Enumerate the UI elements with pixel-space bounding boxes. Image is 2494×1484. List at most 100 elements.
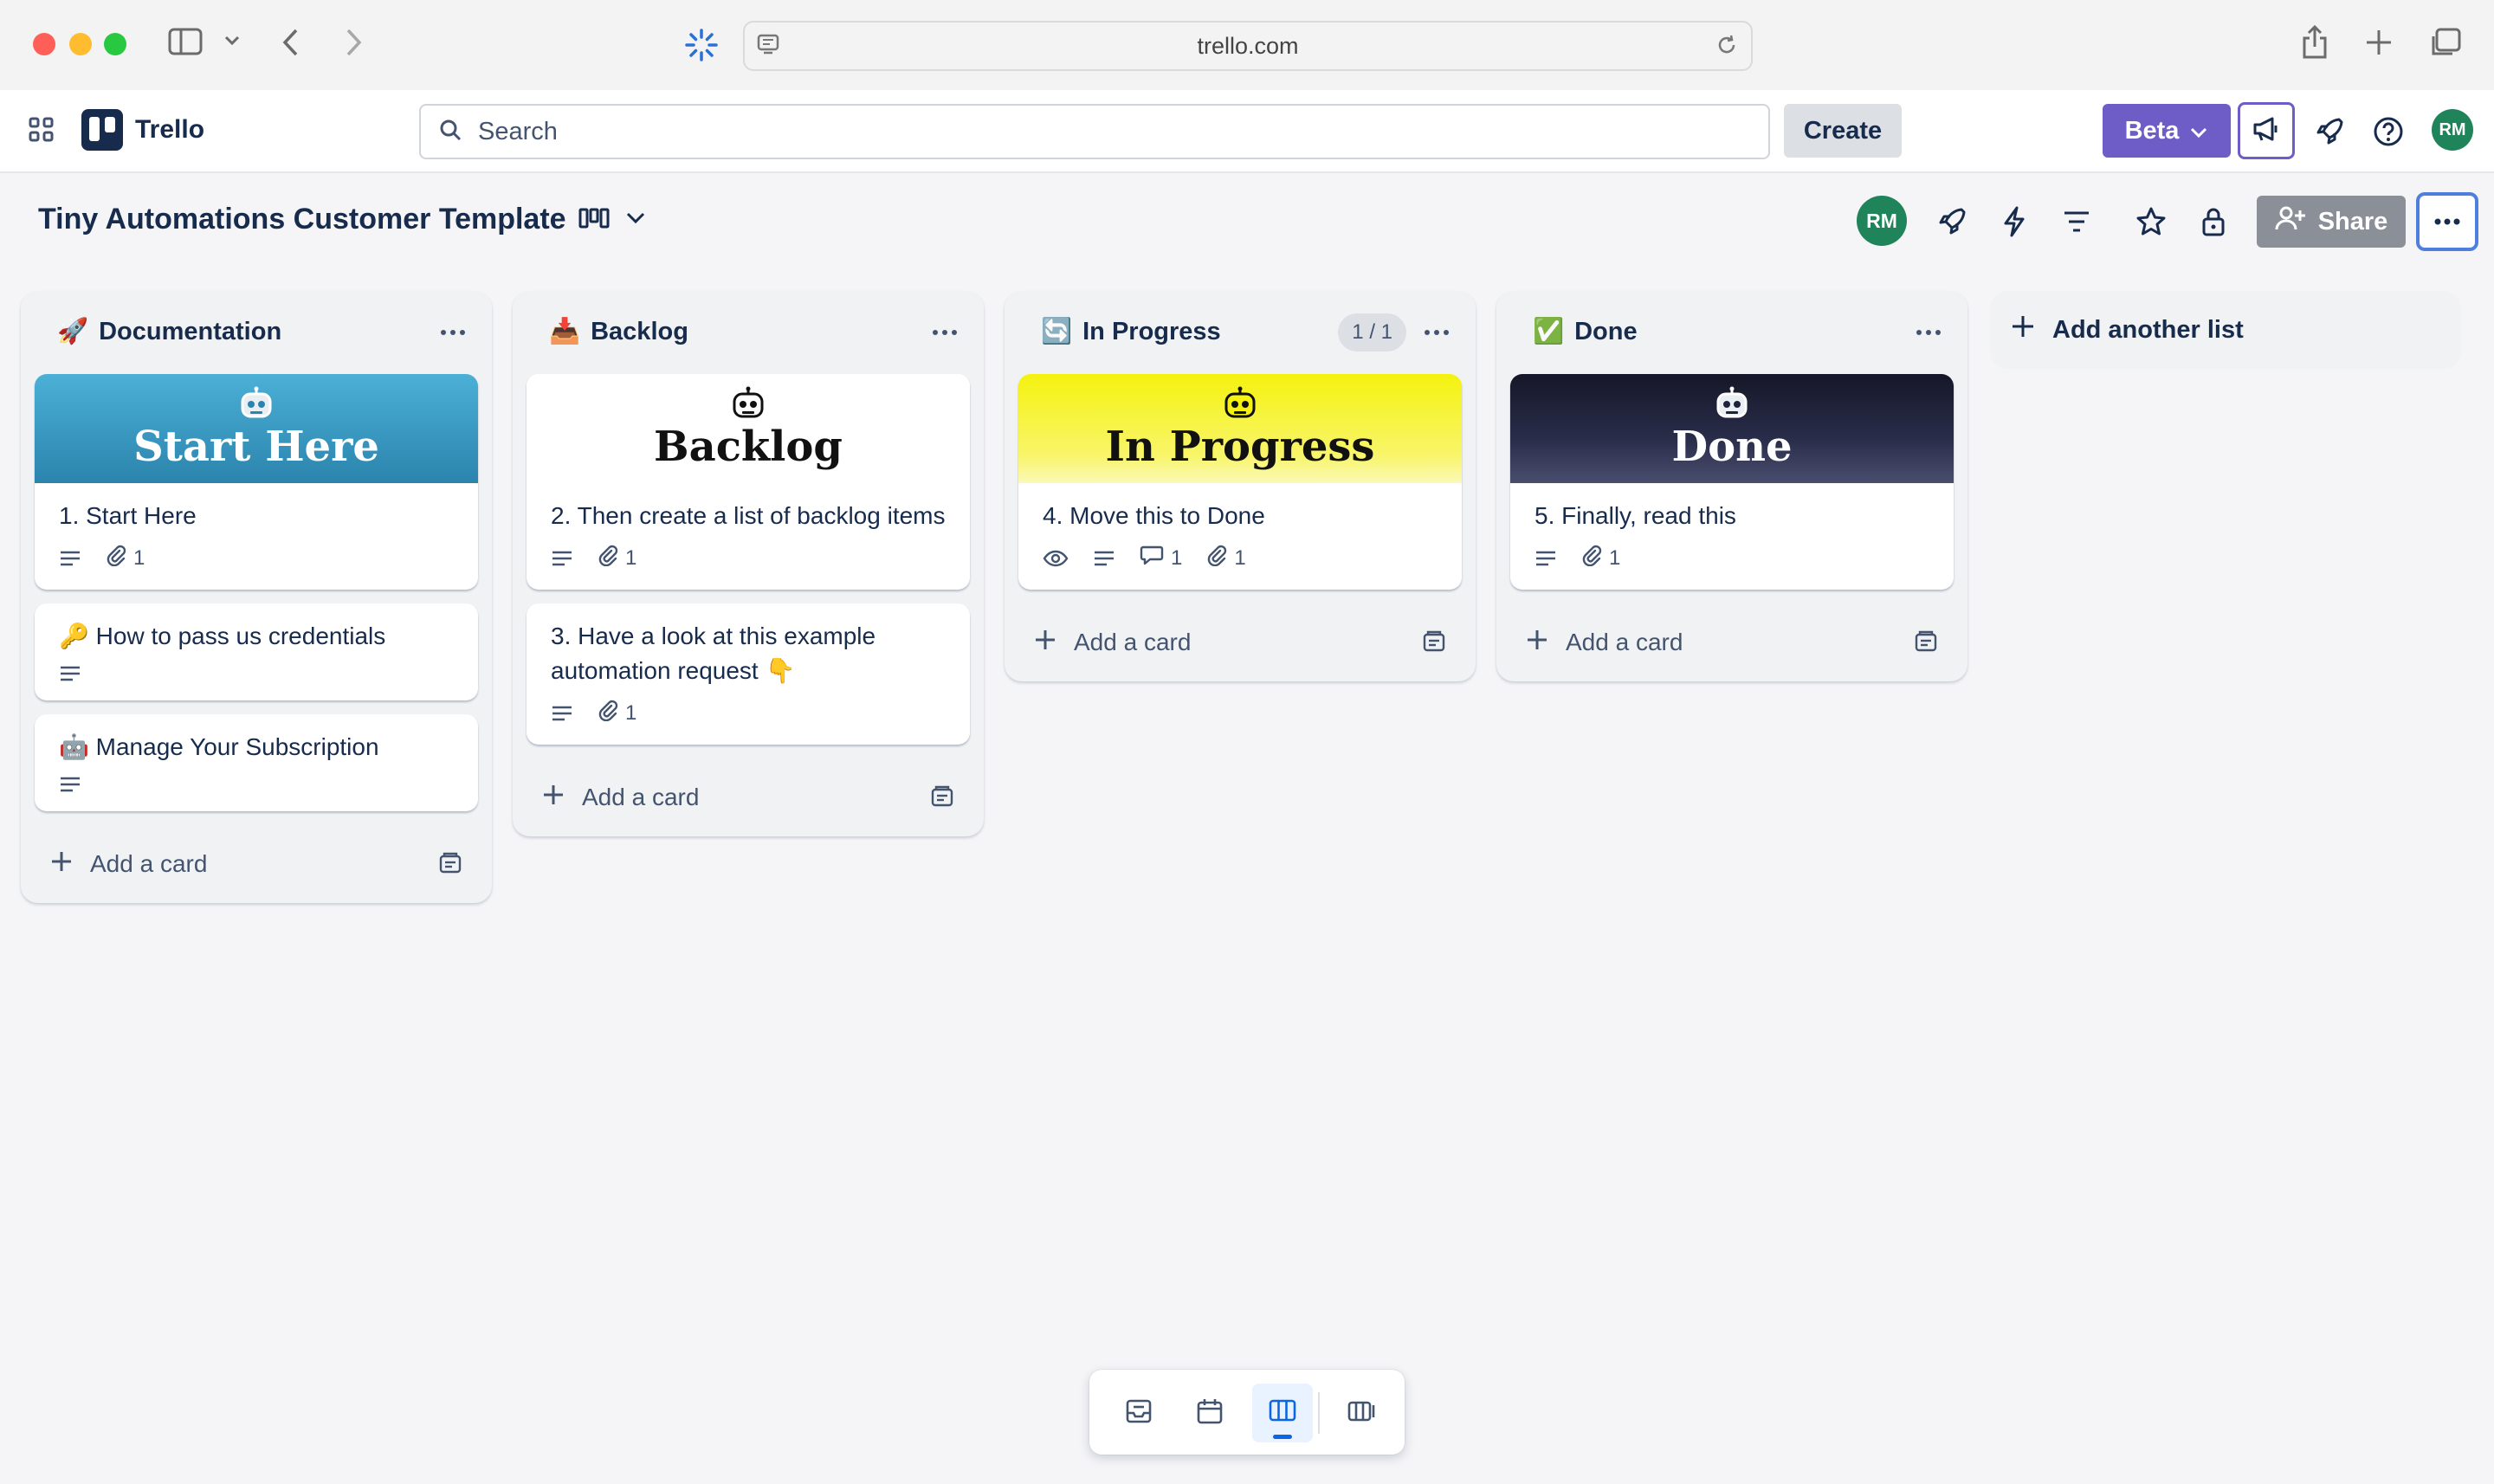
- app-switcher-icon[interactable]: [28, 116, 55, 148]
- paperclip-icon: [598, 699, 618, 727]
- back-arrow-icon[interactable]: [281, 28, 301, 57]
- card-finally-read[interactable]: Done 5. Finally, read this 1: [1510, 374, 1954, 590]
- add-card-label: Add a card: [1074, 629, 1192, 655]
- megaphone-icon: [2252, 115, 2281, 147]
- attachment-badge: 1: [1581, 544, 1620, 572]
- card-badges: [59, 775, 454, 794]
- list-title[interactable]: 📥 Backlog: [549, 317, 688, 346]
- card-template-icon[interactable]: [1422, 629, 1446, 660]
- add-person-icon: [2275, 205, 2306, 238]
- help-icon[interactable]: [2369, 113, 2407, 151]
- switch-boards-button[interactable]: [1332, 1384, 1392, 1442]
- card-template-icon[interactable]: [1914, 629, 1938, 660]
- power-ups-icon[interactable]: [1933, 203, 1971, 241]
- board-member-avatar[interactable]: RM: [1857, 196, 1907, 246]
- description-icon: [59, 775, 81, 794]
- search-box[interactable]: [419, 104, 1770, 159]
- robot-icon: [1713, 386, 1751, 427]
- bottom-view-switcher: [1089, 1370, 1405, 1455]
- window-close-button[interactable]: [33, 33, 55, 55]
- list-card-count-badge: 1 / 1: [1338, 313, 1406, 352]
- list-title[interactable]: 🚀 Documentation: [57, 317, 281, 346]
- filter-icon[interactable]: [2058, 203, 2096, 241]
- add-list-button[interactable]: Add another list: [1990, 291, 2461, 369]
- lock-icon[interactable]: [2194, 203, 2232, 241]
- beta-button[interactable]: Beta: [2103, 104, 2231, 158]
- chevron-down-icon[interactable]: [223, 35, 241, 47]
- card-example-request[interactable]: 3. Have a look at this example automatio…: [527, 603, 970, 745]
- card-backlog-items[interactable]: Backlog 2. Then create a list of backlog…: [527, 374, 970, 590]
- card-start-here[interactable]: Start Here 1. Start Here 1: [35, 374, 478, 590]
- new-tab-icon[interactable]: [2364, 28, 2394, 57]
- card-emoji: 🔑: [59, 623, 89, 649]
- list-menu-icon[interactable]: [1916, 315, 1942, 354]
- divider: [1318, 1392, 1320, 1434]
- robot-icon: [729, 386, 767, 427]
- planner-view-button[interactable]: [1179, 1384, 1240, 1442]
- create-button[interactable]: Create: [1784, 104, 1902, 158]
- browser-toolbar: trello.com: [0, 0, 2494, 91]
- card-title: 🔑 How to pass us credentials: [59, 619, 454, 654]
- user-avatar[interactable]: RM: [2432, 109, 2473, 151]
- window-zoom-button[interactable]: [104, 33, 126, 55]
- board-member-initials: RM: [1866, 209, 1897, 232]
- window-minimize-button[interactable]: [69, 33, 92, 55]
- attachment-badge: 1: [598, 699, 636, 727]
- attachment-count: 1: [1609, 545, 1621, 570]
- card-emoji: 🤖: [59, 733, 89, 760]
- card-badges: 1 1: [1043, 544, 1438, 572]
- card-body: 1. Start Here 1: [35, 483, 478, 590]
- list-menu-icon[interactable]: [1424, 315, 1450, 354]
- add-card-button[interactable]: Add a card: [513, 758, 984, 836]
- card-badges: 1: [1535, 544, 1929, 572]
- list-backlog: 📥 Backlog Backlog 2. Then create a list …: [513, 291, 984, 836]
- card-credentials[interactable]: 🔑 How to pass us credentials: [35, 603, 478, 700]
- board-menu-button[interactable]: [2416, 192, 2478, 251]
- share-icon[interactable]: [2300, 24, 2329, 61]
- list-menu-icon[interactable]: [440, 315, 466, 354]
- card-title: 4. Move this to Done: [1043, 502, 1265, 529]
- board-view-button[interactable]: [1252, 1384, 1313, 1442]
- board-view-switcher[interactable]: [578, 208, 646, 233]
- list-title-text: Backlog: [591, 317, 688, 345]
- chevron-down-icon: [2189, 117, 2208, 145]
- forward-arrow-icon[interactable]: [343, 28, 364, 57]
- search-input[interactable]: [476, 116, 1692, 147]
- attachment-count: 1: [625, 700, 637, 725]
- add-card-button[interactable]: Add a card: [1005, 603, 1476, 681]
- trello-logo[interactable]: Trello: [81, 109, 204, 151]
- list-menu-icon[interactable]: [932, 315, 958, 354]
- paperclip-icon: [598, 544, 618, 572]
- share-button[interactable]: Share: [2257, 196, 2406, 248]
- board-title[interactable]: Tiny Automations Customer Template: [38, 203, 566, 236]
- list-title-text: Done: [1574, 317, 1638, 345]
- card-body: 4. Move this to Done 1 1: [1018, 483, 1462, 590]
- plus-icon: [1034, 629, 1056, 657]
- site-settings-icon[interactable]: [757, 33, 779, 61]
- tab-overview-icon[interactable]: [2428, 28, 2461, 59]
- card-move-to-done[interactable]: In Progress 4. Move this to Done 1 1: [1018, 374, 1462, 590]
- plus-icon: [50, 850, 73, 879]
- add-card-button[interactable]: Add a card: [1496, 603, 1967, 681]
- card-title-text: How to pass us credentials: [95, 623, 386, 649]
- address-bar[interactable]: trello.com: [743, 21, 1753, 71]
- card-template-icon[interactable]: [930, 784, 954, 815]
- paperclip-icon: [106, 544, 126, 572]
- list-title[interactable]: ✅ Done: [1533, 317, 1638, 346]
- star-icon[interactable]: [2132, 203, 2170, 241]
- ellipsis-icon: [2434, 214, 2460, 229]
- card-template-icon[interactable]: [438, 851, 462, 881]
- card-subscription[interactable]: 🤖 Manage Your Subscription: [35, 714, 478, 811]
- rocket-icon[interactable]: [2310, 113, 2349, 151]
- list-emoji: ✅: [1533, 318, 1565, 345]
- list-title[interactable]: 🔄 In Progress: [1041, 317, 1221, 346]
- announcements-button[interactable]: [2238, 102, 2295, 159]
- automation-lightning-icon[interactable]: [1995, 203, 2033, 241]
- add-list-label: Add another list: [2052, 315, 2244, 344]
- sidebar-toggle-icon[interactable]: [168, 28, 203, 55]
- reload-icon[interactable]: [1715, 33, 1739, 63]
- add-card-button[interactable]: Add a card: [21, 825, 492, 903]
- list-in-progress: 🔄 In Progress 1 / 1 In Progress 4. Move …: [1005, 291, 1476, 681]
- app-name: Trello: [135, 115, 205, 144]
- inbox-view-button[interactable]: [1108, 1384, 1169, 1442]
